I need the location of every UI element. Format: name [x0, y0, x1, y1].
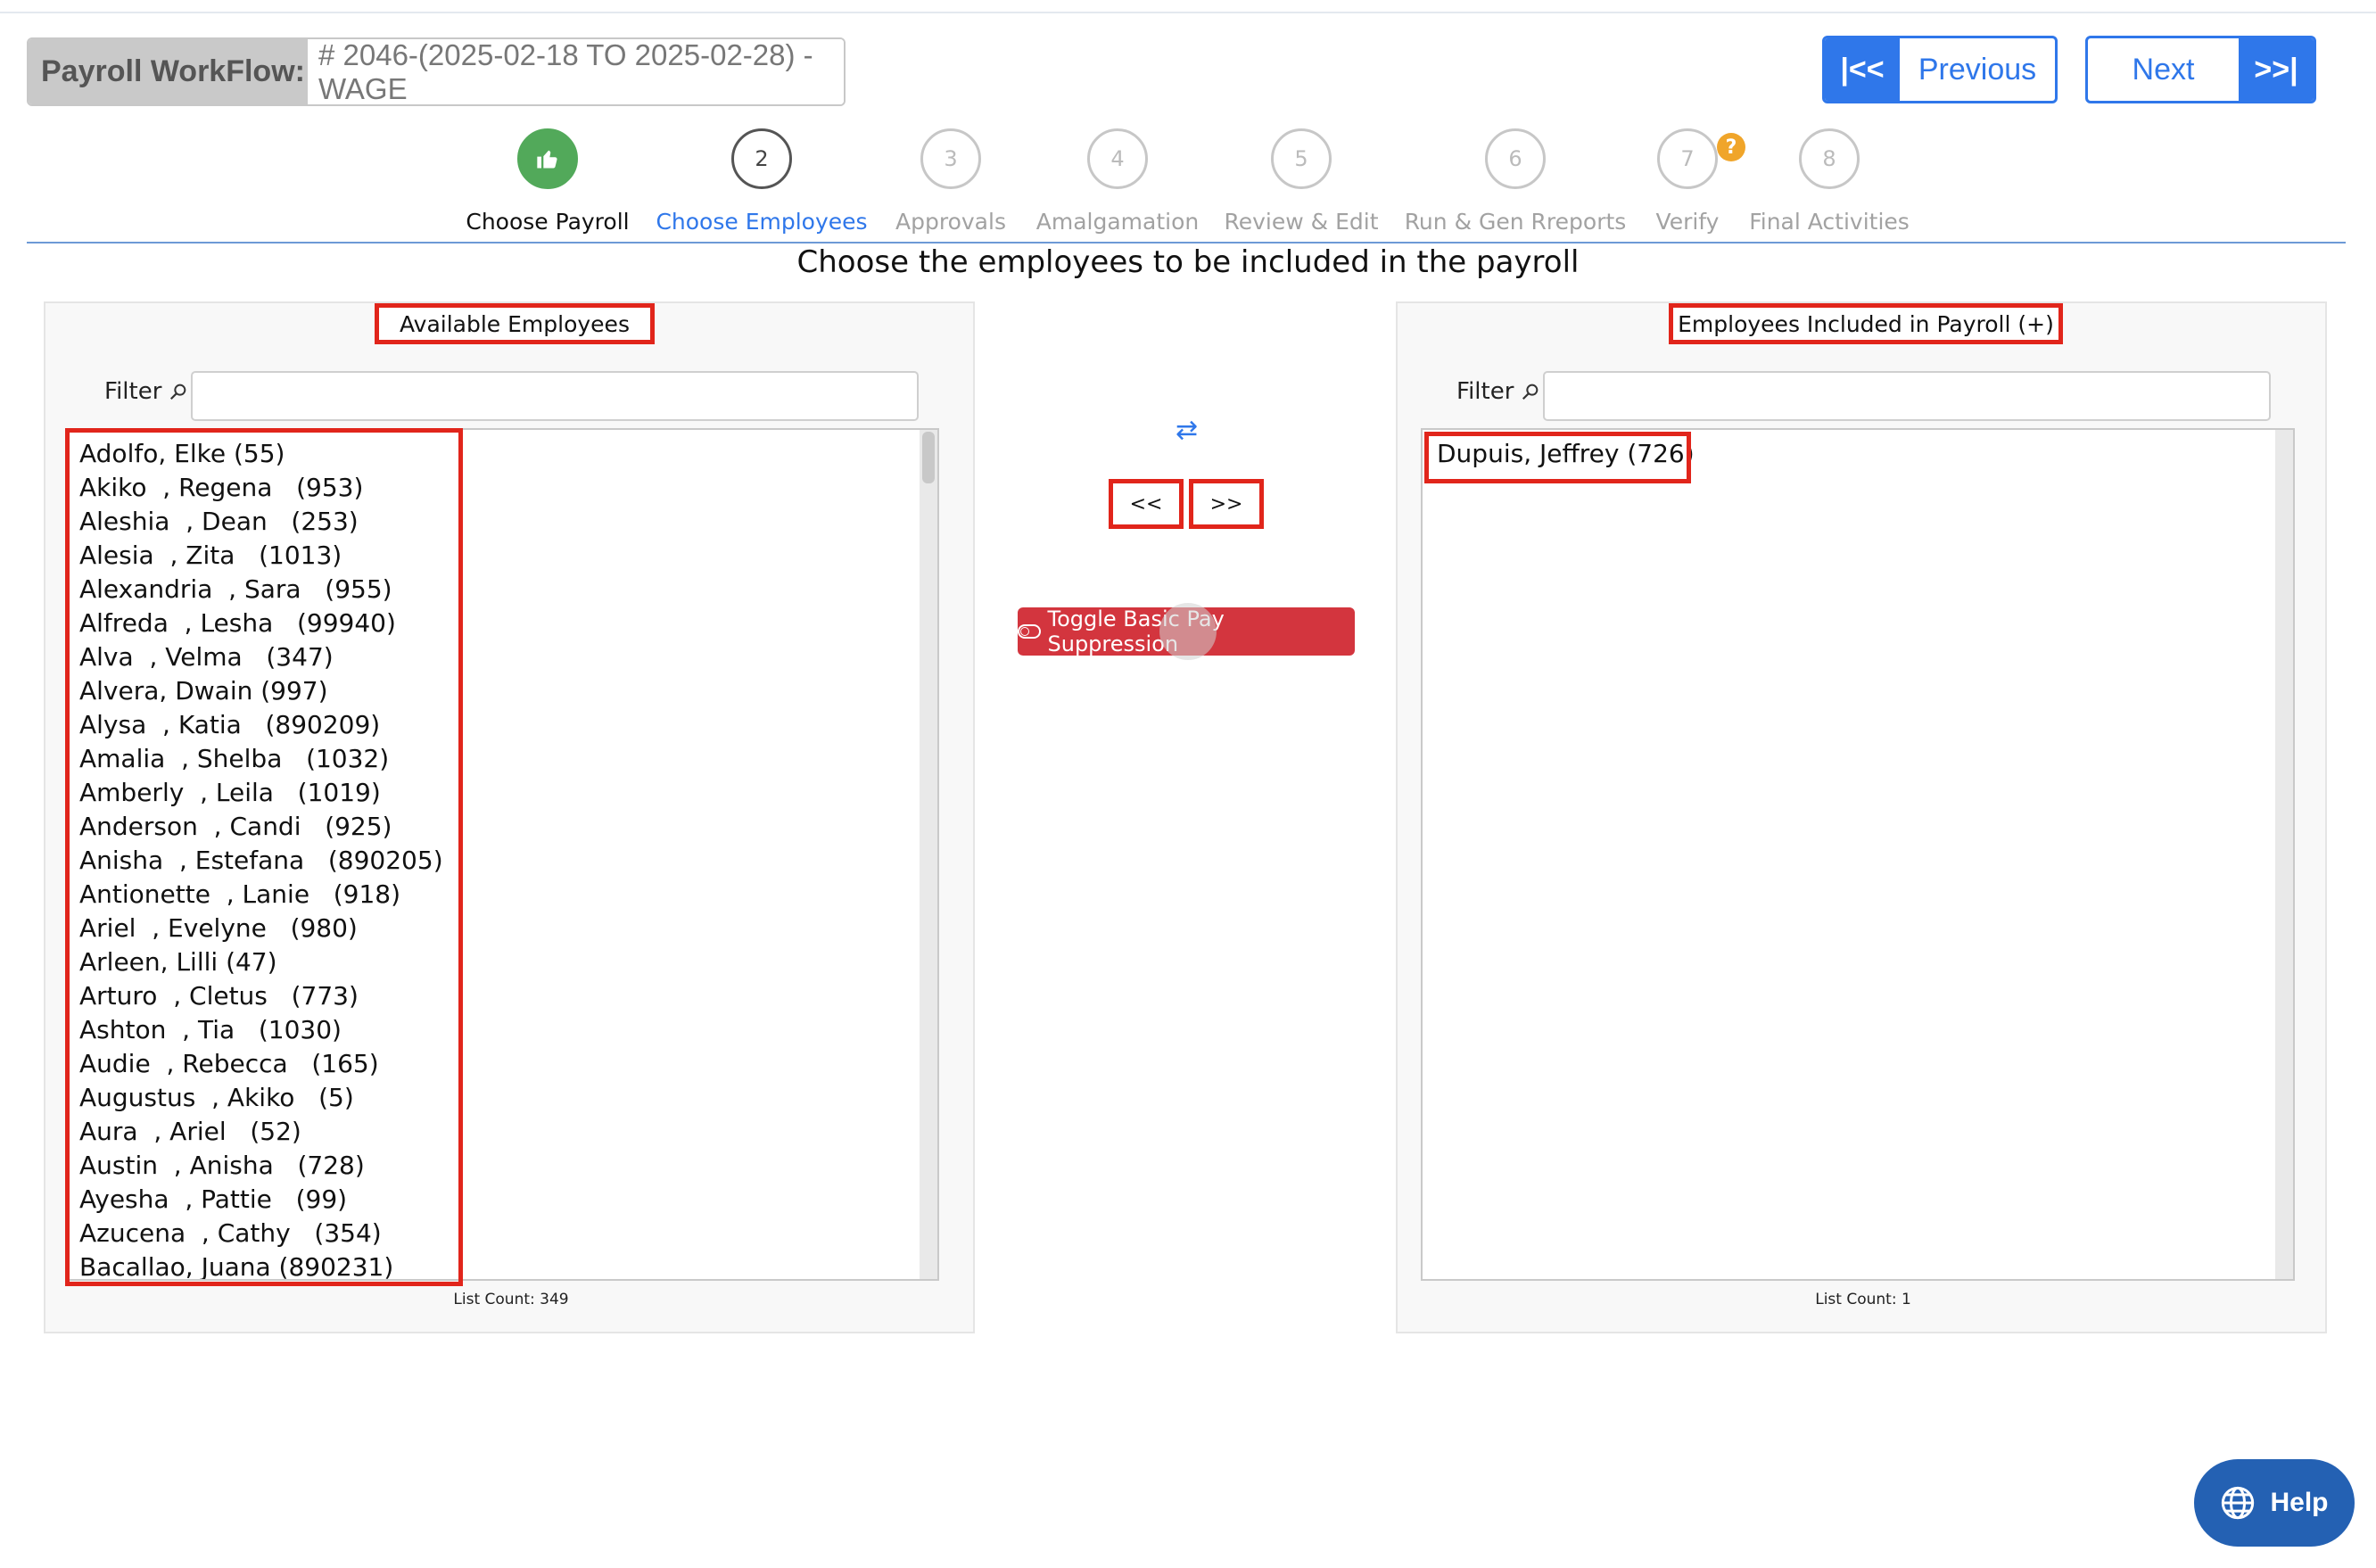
included-filter-input[interactable] — [1543, 371, 2271, 421]
search-icon — [170, 384, 186, 400]
included-item-highlight — [1424, 432, 1691, 483]
payroll-workflow-label: Payroll WorkFlow: — [29, 39, 308, 104]
step-review-edit[interactable]: 5 Review & Edit — [1185, 128, 1417, 235]
step-final-activities[interactable]: 8 Final Activities — [1713, 128, 1945, 235]
available-list-count: List Count: 349 — [453, 1291, 569, 1308]
scrollbar-thumb[interactable] — [922, 432, 935, 483]
included-list-count: List Count: 1 — [1815, 1291, 1911, 1308]
step-label: Final Activities — [1749, 209, 1910, 235]
swap-icon[interactable]: ⇄ — [1176, 415, 1198, 446]
step-number: 7 — [1657, 128, 1718, 189]
previous-button-label: Previous — [1918, 52, 2037, 87]
scrollbar[interactable] — [920, 430, 937, 1279]
available-employees-panel: Available Employees Filter Adolfo, Elke … — [44, 301, 975, 1333]
globe-icon — [2222, 1486, 2255, 1520]
step-number: 8 — [1799, 128, 1860, 189]
top-divider — [0, 0, 2376, 13]
filter-label: Filter — [104, 378, 188, 405]
payroll-workflow-field[interactable]: Payroll WorkFlow: # 2046-(2025-02-18 TO … — [27, 37, 846, 106]
help-button[interactable]: Help — [2194, 1459, 2355, 1547]
included-employees-list[interactable]: Dupuis, Jeffrey (726) — [1421, 428, 2295, 1281]
step-number: 5 — [1271, 128, 1332, 189]
first-step-icon: |<< — [1825, 38, 1900, 101]
available-filter-input[interactable] — [191, 371, 919, 421]
toggle-icon — [1018, 624, 1041, 639]
step-number: 3 — [920, 128, 981, 189]
search-icon — [1522, 384, 1539, 400]
next-button[interactable]: Next >>| — [2085, 36, 2316, 103]
available-list-highlight — [65, 428, 463, 1286]
next-button-label: Next — [2132, 52, 2195, 87]
previous-button[interactable]: |<< Previous — [1822, 36, 2058, 103]
included-employees-title: Employees Included in Payroll (+) — [1669, 303, 2063, 344]
step-choose-payroll[interactable]: Choose Payroll — [432, 128, 664, 235]
move-left-button[interactable]: << — [1109, 479, 1184, 529]
step-label: Choose Payroll — [466, 209, 630, 235]
step-number: 2 — [731, 128, 792, 189]
move-right-button[interactable]: >> — [1189, 479, 1264, 529]
step-number: 4 — [1087, 128, 1148, 189]
cursor-indicator — [1159, 603, 1217, 660]
page-heading: Choose the employees to be included in t… — [796, 244, 1580, 280]
filter-label: Filter — [1456, 378, 1540, 405]
filter-label-text: Filter — [1456, 378, 1514, 405]
stepper-divider — [27, 242, 2346, 243]
filter-label-text: Filter — [104, 378, 162, 405]
last-step-icon: >>| — [2239, 38, 2314, 101]
scrollbar[interactable] — [2275, 430, 2293, 1279]
included-employees-panel: Employees Included in Payroll (+) Filter… — [1396, 301, 2327, 1333]
available-employees-title: Available Employees — [375, 303, 655, 344]
payroll-workflow-value[interactable]: # 2046-(2025-02-18 TO 2025-02-28) - WAGE — [308, 39, 844, 104]
thumbs-up-icon — [517, 128, 578, 189]
step-number: 6 — [1485, 128, 1546, 189]
help-label: Help — [2270, 1488, 2329, 1517]
step-label: Review & Edit — [1224, 209, 1379, 235]
